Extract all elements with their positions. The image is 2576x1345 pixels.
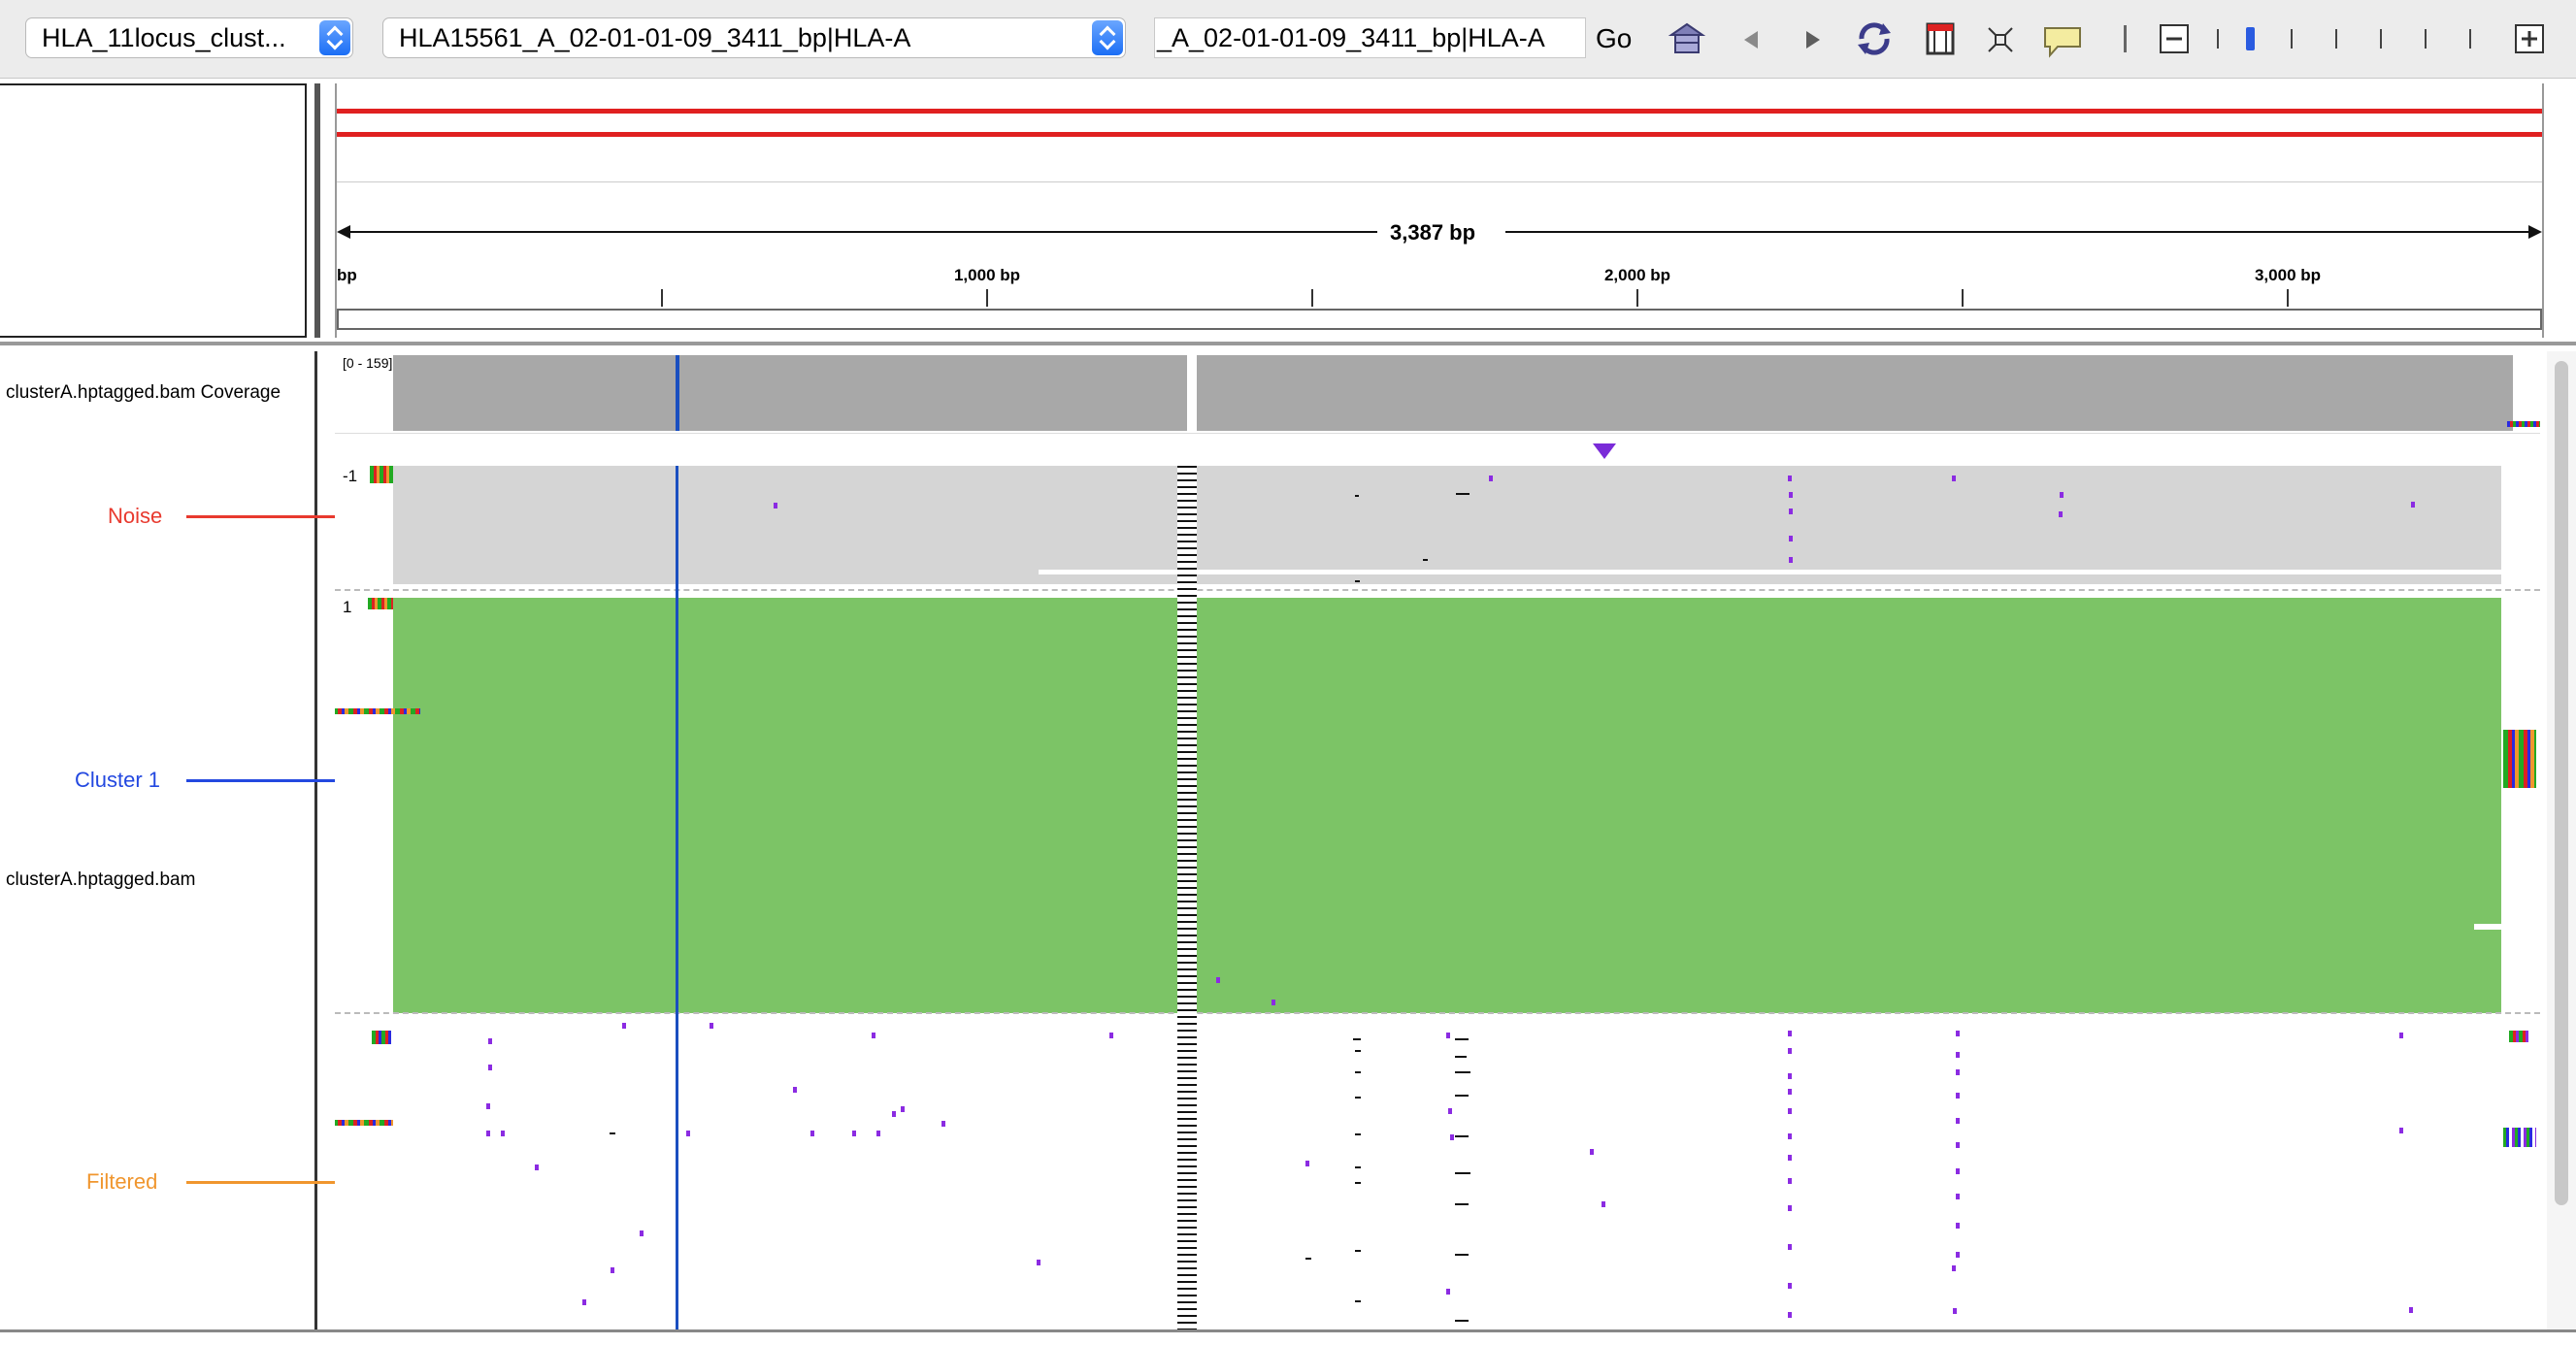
attribute-panel-divider	[314, 83, 320, 338]
genome-select[interactable]: HLA_11locus_clust...	[25, 17, 353, 58]
span-label: 3,387 bp	[1390, 220, 1476, 245]
ideogram-divider	[337, 181, 2542, 182]
chromosome-select-value: HLA15561_A_02-01-01-09_3411_bp|HLA-A	[399, 23, 911, 52]
ruler-tick-label: 2,000 bp	[1603, 266, 1671, 284]
ruler-baseline	[337, 309, 2542, 330]
ruler-tick	[986, 289, 988, 307]
zoom-tick	[2380, 29, 2382, 49]
alignment-data-panel[interactable]: [0 - 159] -1 1	[335, 351, 2540, 1329]
zoom-tick	[2425, 29, 2427, 49]
ruler-tick	[1636, 289, 1638, 307]
zoom-out-icon[interactable]	[2159, 23, 2190, 54]
track-name-alignments[interactable]: clusterA.hptagged.bam	[6, 869, 195, 891]
span-arrow-left-icon	[337, 225, 350, 239]
zoom-tick	[2291, 29, 2293, 49]
ruler-tick-label: 3,000 bp	[2254, 266, 2322, 284]
locus-search-input[interactable]: _A_02-01-01-09_3411_bp|HLA-A	[1154, 17, 1586, 58]
chevron-updown-icon	[319, 20, 350, 55]
ideogram-line	[337, 132, 2542, 137]
scrollbar-thumb[interactable]	[2555, 361, 2568, 1205]
zoom-in-icon[interactable]	[2514, 23, 2545, 54]
noise-annotation: Noise	[108, 504, 163, 528]
zoom-slider[interactable]	[2213, 19, 2524, 58]
vertical-scrollbar[interactable]	[2547, 351, 2576, 1329]
header-name-panel	[0, 83, 307, 338]
span-line-left	[343, 231, 1377, 233]
cluster-annotation: Cluster 1	[75, 768, 161, 792]
forward-icon[interactable]	[1802, 29, 1824, 50]
go-button[interactable]: Go	[1596, 19, 1632, 58]
track-name-coverage[interactable]: clusterA.hptagged.bam Coverage	[6, 382, 281, 404]
ruler-tick-label: 1,000 bp	[953, 266, 1021, 284]
ruler-start-label: bp	[337, 266, 357, 284]
refresh-icon[interactable]	[1854, 19, 1895, 58]
ruler-tick	[1962, 289, 1964, 307]
chevron-updown-icon	[1092, 20, 1123, 55]
popup-text-icon[interactable]	[2042, 25, 2083, 58]
panel-divider	[0, 342, 2576, 345]
mismatch-marks	[486, 476, 2415, 1322]
zoom-tick	[2335, 29, 2337, 49]
header-data-panel: 3,387 bp bp 1,000 bp 2,000 bp 3,000 bp	[335, 83, 2544, 338]
chromosome-select[interactable]: HLA15561_A_02-01-01-09_3411_bp|HLA-A	[382, 17, 1126, 58]
panel-divider	[0, 1329, 2576, 1332]
ideogram-line	[337, 109, 2542, 114]
zoom-tick	[2217, 29, 2219, 49]
back-icon[interactable]	[1740, 29, 1762, 50]
ruler-tick	[2287, 289, 2289, 307]
toolbar-divider	[2124, 25, 2127, 52]
span-line-right	[1505, 231, 2534, 233]
ruler-tick	[661, 289, 663, 307]
locus-search-value: _A_02-01-01-09_3411_bp|HLA-A	[1157, 23, 1545, 52]
resize-icon[interactable]	[1986, 25, 2015, 54]
region-of-interest-icon[interactable]	[1925, 21, 1956, 56]
zoom-tick	[2469, 29, 2471, 49]
span-arrow-right-icon	[2528, 225, 2542, 239]
home-icon[interactable]	[1668, 21, 1706, 56]
toolbar: HLA_11locus_clust... HLA15561_A_02-01-01…	[0, 0, 2576, 79]
filtered-annotation: Filtered	[86, 1169, 158, 1194]
zoom-thumb[interactable]	[2246, 27, 2255, 50]
genome-select-value: HLA_11locus_clust...	[42, 23, 286, 52]
ruler-tick	[1311, 289, 1313, 307]
